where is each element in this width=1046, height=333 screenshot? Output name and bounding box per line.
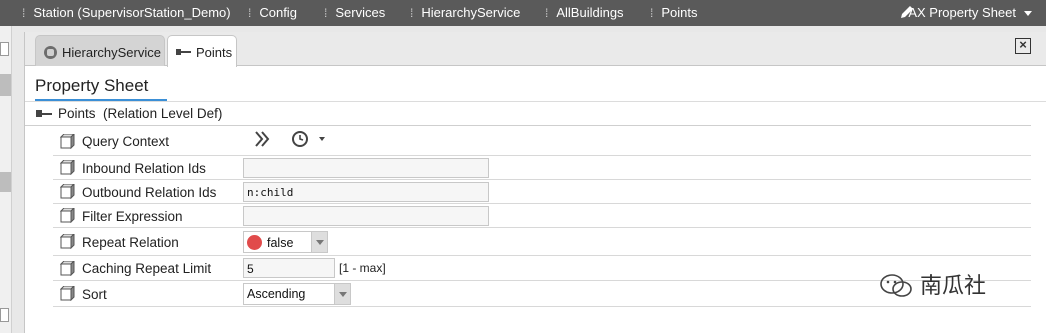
filter-expression-field[interactable] <box>243 206 489 226</box>
relation-link-icon <box>36 110 52 118</box>
scroll-marker <box>0 172 11 192</box>
property-slot-icon <box>60 134 75 149</box>
breadcrumb-bar: ⁞ Station (SupervisorStation_Demo) ⁞ Confi… <box>0 0 1046 26</box>
divider <box>25 125 1031 126</box>
property-row-repeat-relation: Repeat Relation false <box>53 228 1031 256</box>
watermark: 南瓜社 <box>878 268 986 300</box>
property-label: Caching Repeat Limit <box>82 261 212 276</box>
property-label: Inbound Relation Ids <box>82 161 206 176</box>
breadcrumb-item-hierarchyservice[interactable]: ⁞ HierarchyService <box>410 5 520 20</box>
left-side-strip <box>0 26 12 333</box>
section-header[interactable]: Points (Relation Level Def) <box>36 106 222 121</box>
property-slot-icon <box>60 184 75 199</box>
property-row-outbound-relation-ids: Outbound Relation Ids n:child <box>53 180 1031 204</box>
expand-icon[interactable] <box>0 42 9 56</box>
chevron-down-icon[interactable] <box>318 137 325 141</box>
property-slot-icon <box>60 234 75 249</box>
inbound-relation-ids-field[interactable] <box>243 158 489 178</box>
query-context-controls <box>253 129 325 149</box>
outbound-relation-ids-field[interactable]: n:child <box>243 182 489 202</box>
relation-link-icon <box>176 47 192 57</box>
tab-hierarchyservice[interactable]: HierarchyService <box>35 35 165 66</box>
property-slot-icon <box>60 208 75 223</box>
close-icon[interactable]: × <box>1015 38 1031 54</box>
property-row-query-context: Query Context <box>53 127 1031 156</box>
breadcrumb-item-config[interactable]: ⁞ Config <box>248 5 297 20</box>
range-hint: [1 - max] <box>339 261 386 275</box>
breadcrumb-item-points[interactable]: ⁞ Points <box>650 5 697 20</box>
property-label: Filter Expression <box>82 209 183 224</box>
property-row-filter-expression: Filter Expression <box>53 204 1031 228</box>
property-slot-icon <box>60 261 75 276</box>
view-selector[interactable]: AX Property Sheet <box>908 5 1032 20</box>
tab-points[interactable]: Points <box>167 35 237 67</box>
chevron-down-icon <box>1024 11 1032 17</box>
chevron-down-icon <box>311 232 327 252</box>
clock-icon[interactable] <box>291 130 309 148</box>
scroll-marker <box>0 74 11 96</box>
chevron-down-icon <box>334 284 350 304</box>
false-indicator-icon <box>247 235 262 250</box>
wechat-icon <box>880 274 912 297</box>
caching-repeat-limit-field[interactable]: 5 <box>243 258 335 278</box>
property-slot-icon <box>60 286 75 301</box>
hierarchy-service-icon <box>44 46 57 59</box>
property-label: Sort <box>82 287 107 302</box>
breadcrumb-item-allbuildings[interactable]: ⁞ AllBuildings <box>545 5 624 20</box>
property-row-inbound-relation-ids: Inbound Relation Ids <box>53 156 1031 180</box>
repeat-relation-select[interactable]: false <box>243 231 328 253</box>
property-label: Repeat Relation <box>82 235 179 250</box>
divider <box>25 101 1046 102</box>
tab-strip: HierarchyService Points × <box>25 32 1046 67</box>
double-chevron-right-icon[interactable] <box>253 129 273 149</box>
property-label: Query Context <box>82 134 170 149</box>
breadcrumb-item-services[interactable]: ⁞ Services <box>324 5 385 20</box>
breadcrumb-item-station[interactable]: ⁞ Station (SupervisorStation_Demo) <box>22 5 231 20</box>
sort-select[interactable]: Ascending <box>243 283 351 305</box>
property-label: Outbound Relation Ids <box>82 185 217 200</box>
page-title: Property Sheet <box>35 76 149 95</box>
expand-icon[interactable] <box>0 308 9 322</box>
property-slot-icon <box>60 160 75 175</box>
